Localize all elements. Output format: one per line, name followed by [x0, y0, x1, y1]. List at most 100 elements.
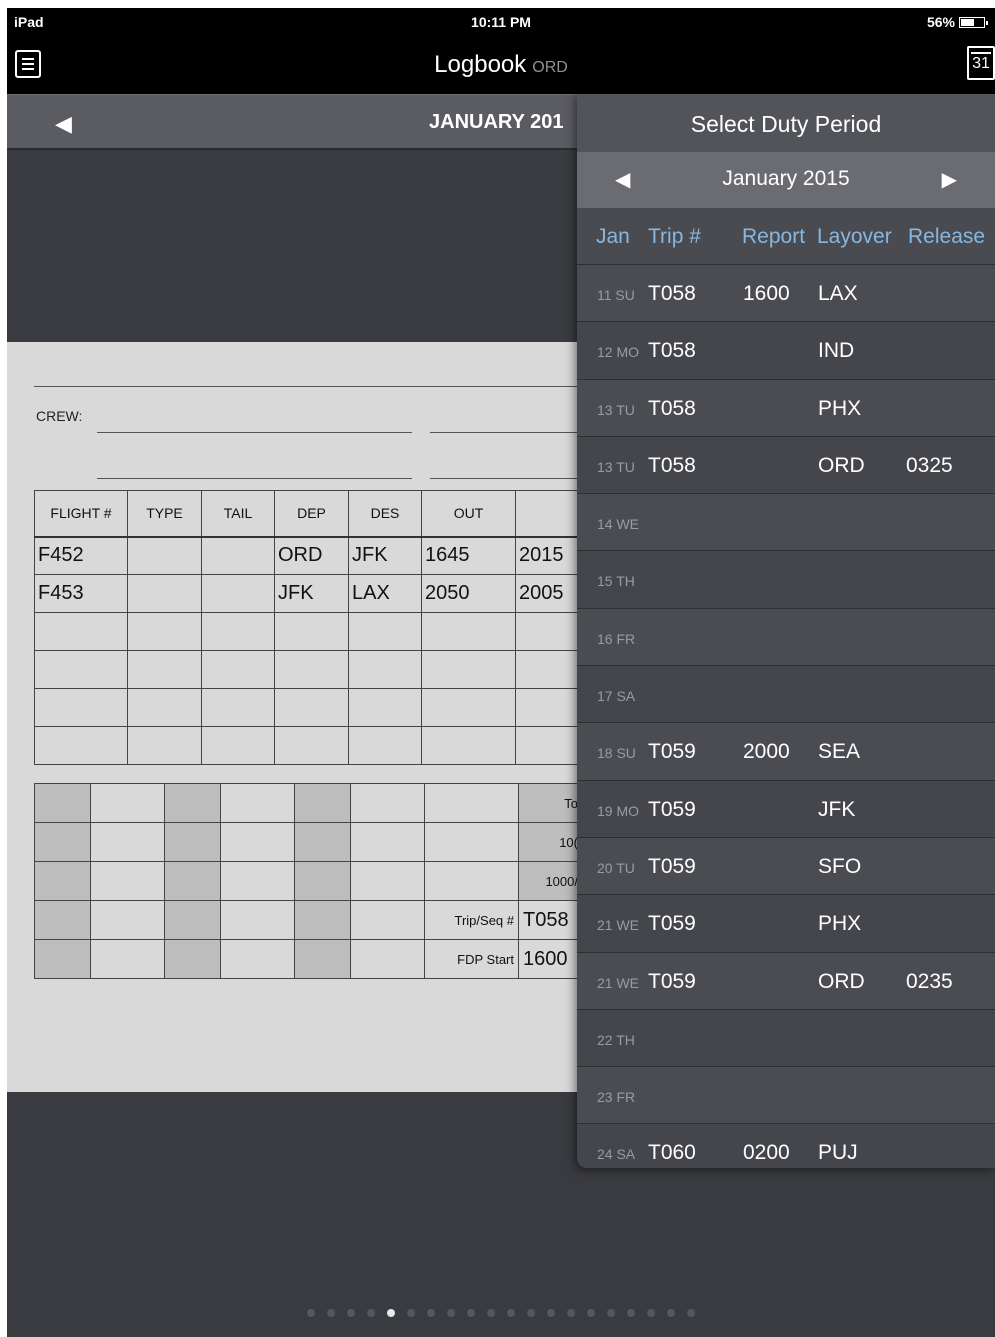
cell-out[interactable]: 1645: [421, 536, 516, 575]
duty-period-row[interactable]: 13 TU T058 ORD 0325: [577, 436, 995, 495]
page-dot[interactable]: [667, 1309, 675, 1317]
duty-period-row[interactable]: 23 FR: [577, 1067, 995, 1125]
duty-period-row[interactable]: 11 SU T058 1600 LAX: [577, 265, 995, 323]
page-dot[interactable]: [447, 1309, 455, 1317]
duty-period-row[interactable]: 17 SA: [577, 666, 995, 724]
page-dot[interactable]: [487, 1309, 495, 1317]
page-dot[interactable]: [467, 1309, 475, 1317]
crew-field-1[interactable]: [97, 432, 412, 433]
cell-tail[interactable]: [201, 726, 275, 765]
cell-tail[interactable]: [201, 536, 275, 575]
day-label: 14 WE: [597, 516, 640, 533]
page-dot[interactable]: [367, 1309, 375, 1317]
page-dot[interactable]: [647, 1309, 655, 1317]
duty-period-row[interactable]: 12 MO T058 IND: [577, 322, 995, 380]
cell-out[interactable]: [421, 650, 516, 689]
page-dot[interactable]: [687, 1309, 695, 1317]
table-row[interactable]: F452 ORD JFK 1645 2015: [34, 536, 596, 575]
day-label: 24 SA: [597, 1146, 636, 1163]
trip-seq-label: Trip/Seq #: [424, 900, 519, 940]
duty-period-list: 11 SU T058 1600 LAX 12 MO T058 IND 13 TU T058 PHX…: [577, 265, 995, 1168]
cell-flight[interactable]: [34, 612, 128, 651]
duty-period-row[interactable]: 21 WE T059 PHX: [577, 895, 995, 953]
page-dot[interactable]: [547, 1309, 555, 1317]
day-label: 18 SU: [597, 745, 636, 762]
cell-des[interactable]: JFK: [348, 536, 422, 575]
trip-seq-value[interactable]: T058: [518, 900, 583, 940]
page-dot[interactable]: [407, 1309, 415, 1317]
page-dot[interactable]: [427, 1309, 435, 1317]
cell-type[interactable]: [127, 688, 202, 727]
page-dot[interactable]: [387, 1309, 395, 1317]
ipad-screen: iPad 10:11 PM 56% Logbook ORD 31 ◀ JANUAR…: [7, 8, 995, 1337]
page-indicator[interactable]: [7, 1304, 995, 1322]
flight-table: FLIGHT # TYPE TAIL DEP DES OUT IN F452 O…: [34, 490, 596, 765]
page-dot[interactable]: [527, 1309, 535, 1317]
duty-period-row[interactable]: 19 MO T059 JFK: [577, 780, 995, 838]
next-month-icon[interactable]: ▶: [942, 167, 957, 192]
cell-out[interactable]: [421, 612, 516, 651]
duty-period-row[interactable]: 24 SA T060 0200 PUJ: [577, 1124, 995, 1168]
cell-tail[interactable]: [201, 650, 275, 689]
page-dot[interactable]: [607, 1309, 615, 1317]
cell-flight[interactable]: F452: [34, 536, 128, 575]
table-row[interactable]: [34, 688, 596, 727]
page-dot[interactable]: [567, 1309, 575, 1317]
cell-dep[interactable]: JFK: [274, 574, 349, 613]
layover-station: PUJ: [818, 1141, 858, 1165]
report-time: 2000: [743, 740, 790, 764]
cell-out[interactable]: [421, 688, 516, 727]
calendar-icon[interactable]: 31: [967, 46, 995, 80]
crew-field-4[interactable]: [430, 478, 590, 479]
duty-period-row[interactable]: 20 TU T059 SFO: [577, 837, 995, 896]
table-row[interactable]: [34, 726, 596, 765]
table-row[interactable]: [34, 650, 596, 689]
cell-type[interactable]: [127, 726, 202, 765]
cell-tail[interactable]: [201, 688, 275, 727]
page-dot[interactable]: [507, 1309, 515, 1317]
duty-period-row[interactable]: 16 FR: [577, 608, 995, 667]
cell-dep[interactable]: [274, 726, 349, 765]
cell-des[interactable]: LAX: [348, 574, 422, 613]
duty-period-row[interactable]: 14 WE: [577, 494, 995, 552]
duty-period-row[interactable]: 21 WE T059 ORD 0235: [577, 952, 995, 1010]
cell-flight[interactable]: [34, 726, 128, 765]
duty-period-row[interactable]: 15 TH: [577, 551, 995, 609]
duty-period-row[interactable]: 22 TH: [577, 1009, 995, 1068]
cell-tail[interactable]: [201, 612, 275, 651]
cell-dep[interactable]: [274, 688, 349, 727]
page-dot[interactable]: [347, 1309, 355, 1317]
prev-month-arrow[interactable]: ◀: [55, 111, 72, 137]
day-label: 13 TU: [597, 401, 635, 418]
page-dot[interactable]: [307, 1309, 315, 1317]
cell-des[interactable]: [348, 726, 422, 765]
cell-dep[interactable]: [274, 612, 349, 651]
cell-type[interactable]: [127, 574, 202, 613]
cell-des[interactable]: [348, 612, 422, 651]
page-dot[interactable]: [327, 1309, 335, 1317]
page-dot[interactable]: [627, 1309, 635, 1317]
cell-out[interactable]: [421, 726, 516, 765]
fdp-start-value[interactable]: 1600: [518, 939, 583, 979]
duty-period-row[interactable]: 13 TU T058 PHX: [577, 379, 995, 437]
popover-month-nav: ◀ January 2015 ▶: [577, 152, 995, 208]
cell-flight[interactable]: [34, 688, 128, 727]
cell-out[interactable]: 2050: [421, 574, 516, 613]
table-row[interactable]: [34, 612, 596, 651]
cell-type[interactable]: [127, 536, 202, 575]
cell-flight[interactable]: [34, 650, 128, 689]
cell-dep[interactable]: ORD: [274, 536, 349, 575]
crew-field-3[interactable]: [97, 478, 412, 479]
cell-des[interactable]: [348, 650, 422, 689]
cell-tail[interactable]: [201, 574, 275, 613]
cell-dep[interactable]: [274, 650, 349, 689]
page-dot[interactable]: [587, 1309, 595, 1317]
cell-flight[interactable]: F453: [34, 574, 128, 613]
cell-des[interactable]: [348, 688, 422, 727]
cell-type[interactable]: [127, 612, 202, 651]
crew-field-2[interactable]: [430, 432, 590, 433]
cell-type[interactable]: [127, 650, 202, 689]
table-row[interactable]: F453 JFK LAX 2050 2005: [34, 574, 596, 613]
duty-period-row[interactable]: 18 SU T059 2000 SEA: [577, 723, 995, 781]
col-report: Report: [742, 225, 806, 248]
